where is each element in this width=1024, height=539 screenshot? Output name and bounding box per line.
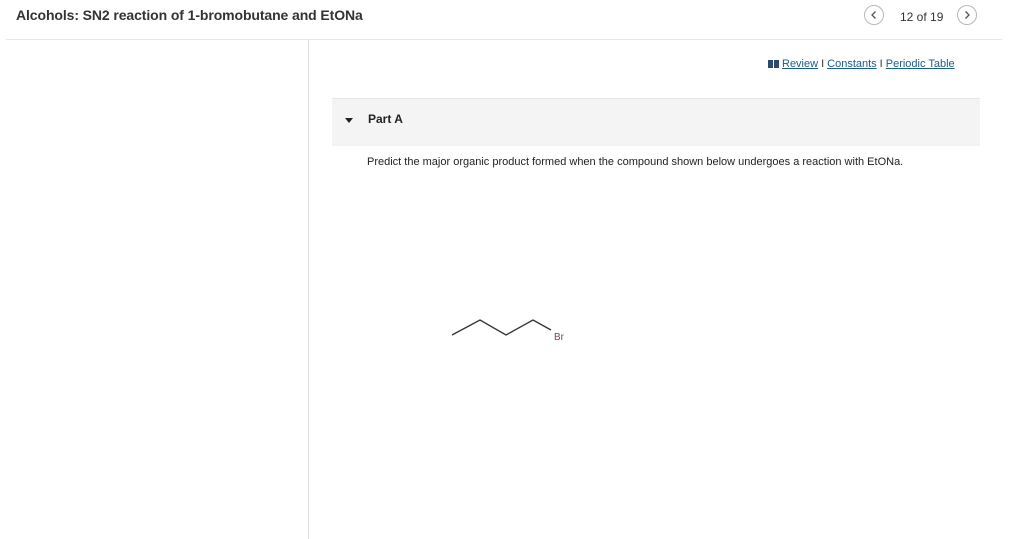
part-title: Part A xyxy=(368,112,403,126)
resources-links: Review I Constants I Periodic Table xyxy=(768,58,955,70)
pane-divider xyxy=(308,40,309,539)
left-panel xyxy=(0,40,308,539)
header-bar: Alcohols: SN2 reaction of 1-bromobutane … xyxy=(0,0,1024,40)
pager-indicator: 12 of 19 xyxy=(900,10,944,24)
page-title: Alcohols: SN2 reaction of 1-bromobutane … xyxy=(16,7,363,23)
previous-button[interactable] xyxy=(864,5,884,25)
caret-down-icon[interactable] xyxy=(344,115,354,125)
carbon-chain-bonds xyxy=(451,319,552,336)
chevron-right-icon xyxy=(965,11,970,19)
molecule-structure: Br xyxy=(451,319,565,343)
next-button[interactable] xyxy=(957,5,977,25)
part-a-header[interactable]: Part A xyxy=(332,98,980,146)
book-icon xyxy=(768,60,779,68)
constants-link[interactable]: Constants xyxy=(827,58,877,70)
chevron-left-icon xyxy=(871,11,876,19)
link-separator: I xyxy=(821,58,825,70)
question-text: Predict the major organic product formed… xyxy=(367,156,904,168)
review-link[interactable]: Review xyxy=(782,58,818,70)
bromine-atom-label: Br xyxy=(554,332,565,343)
link-separator: I xyxy=(879,58,883,70)
periodic-table-link[interactable]: Periodic Table xyxy=(886,58,955,70)
